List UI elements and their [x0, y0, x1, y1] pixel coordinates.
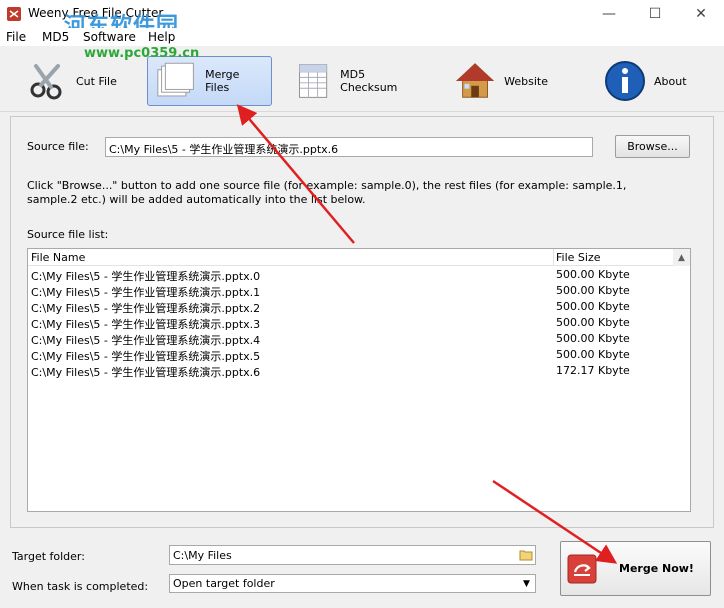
- browse-button[interactable]: Browse...: [615, 135, 690, 158]
- watermark-url: www.pc0359.cn: [84, 46, 200, 61]
- file-name-cell: C:\My Files\5 - 学生作业管理系统演示.pptx.0: [31, 270, 261, 283]
- about-label: About: [654, 74, 687, 88]
- file-name-cell: C:\My Files\5 - 学生作业管理系统演示.pptx.5: [31, 350, 261, 363]
- file-name-cell: C:\My Files\5 - 学生作业管理系统演示.pptx.2: [31, 302, 261, 315]
- completion-value: Open target folder: [173, 577, 275, 590]
- cut-file-label: Cut File: [76, 74, 117, 88]
- app-scissors-icon: [7, 7, 21, 21]
- source-file-label: Source file:: [27, 140, 89, 153]
- column-file-name[interactable]: File Name: [31, 251, 85, 264]
- menu-file[interactable]: File: [6, 30, 26, 44]
- file-size-cell: 500.00 Kbyte: [556, 300, 630, 313]
- list-header: File Name File Size ▲: [28, 249, 690, 266]
- table-row[interactable]: C:\My Files\5 - 学生作业管理系统演示.pptx.3 500.00…: [28, 315, 690, 331]
- merge-now-label: Merge Now!: [619, 562, 694, 575]
- file-name-cell: C:\My Files\5 - 学生作业管理系统演示.pptx.1: [31, 286, 261, 299]
- file-name-cell: C:\My Files\5 - 学生作业管理系统演示.pptx.6: [31, 366, 261, 379]
- table-row[interactable]: C:\My Files\5 - 学生作业管理系统演示.pptx.1 500.00…: [28, 283, 690, 299]
- title-bar: Weeny Free File Cutter 河东软件园 — ☐ ✕: [0, 0, 724, 39]
- merge-files-button[interactable]: Merge Files: [147, 56, 272, 106]
- completion-select[interactable]: Open target folder ▼: [169, 574, 536, 593]
- source-hint-text: Click "Browse..." button to add one sour…: [27, 179, 627, 206]
- column-separator: [553, 249, 554, 266]
- md5-checksum-label: MD5 Checksum: [340, 68, 398, 94]
- md5-checksum-button[interactable]: MD5 Checksum: [286, 56, 426, 106]
- menu-bar: File MD5 Software Help: [0, 28, 724, 46]
- menu-help[interactable]: Help: [148, 30, 175, 44]
- table-row[interactable]: C:\My Files\5 - 学生作业管理系统演示.pptx.6 172.17…: [28, 363, 690, 379]
- file-size-cell: 500.00 Kbyte: [556, 348, 630, 361]
- file-size-cell: 500.00 Kbyte: [556, 268, 630, 281]
- table-row[interactable]: C:\My Files\5 - 学生作业管理系统演示.pptx.2 500.00…: [28, 299, 690, 315]
- file-name-cell: C:\My Files\5 - 学生作业管理系统演示.pptx.4: [31, 334, 261, 347]
- source-file-list[interactable]: File Name File Size ▲ C:\My Files\5 - 学生…: [27, 248, 691, 512]
- website-button[interactable]: Website: [446, 56, 556, 106]
- target-folder-value: C:\My Files: [173, 549, 232, 562]
- table-row[interactable]: C:\My Files\5 - 学生作业管理系统演示.pptx.0 500.00…: [28, 267, 690, 283]
- close-button[interactable]: ✕: [678, 0, 724, 28]
- spreadsheet-icon: [298, 64, 328, 98]
- completion-label: When task is completed:: [12, 580, 149, 593]
- about-button[interactable]: About: [596, 56, 696, 106]
- info-icon: [605, 61, 645, 101]
- maximize-button[interactable]: ☐: [632, 0, 678, 28]
- minimize-button[interactable]: —: [586, 0, 632, 28]
- folder-icon[interactable]: [519, 548, 533, 561]
- merge-documents-icon: [157, 62, 194, 97]
- source-list-label: Source file list:: [27, 228, 109, 241]
- scissors-icon: [30, 64, 62, 100]
- source-file-input[interactable]: C:\My Files\5 - 学生作业管理系统演示.pptx.6: [105, 137, 593, 157]
- column-file-size[interactable]: File Size: [556, 251, 600, 264]
- menu-software[interactable]: Software: [83, 30, 136, 44]
- target-folder-label: Target folder:: [12, 550, 85, 563]
- table-row[interactable]: C:\My Files\5 - 学生作业管理系统演示.pptx.4 500.00…: [28, 331, 690, 347]
- merge-now-button[interactable]: Merge Now!: [560, 541, 711, 596]
- website-label: Website: [504, 74, 548, 88]
- table-row[interactable]: C:\My Files\5 - 学生作业管理系统演示.pptx.5 500.00…: [28, 347, 690, 363]
- merge-files-label: Merge Files: [205, 68, 240, 94]
- file-size-cell: 500.00 Kbyte: [556, 316, 630, 329]
- house-icon: [455, 63, 495, 98]
- file-size-cell: 500.00 Kbyte: [556, 332, 630, 345]
- cut-file-button[interactable]: Cut File: [18, 56, 128, 106]
- file-name-cell: C:\My Files\5 - 学生作业管理系统演示.pptx.3: [31, 318, 261, 331]
- chevron-down-icon[interactable]: ▼: [519, 576, 534, 591]
- scroll-up-icon[interactable]: ▲: [673, 249, 690, 266]
- target-folder-input[interactable]: C:\My Files: [169, 545, 536, 565]
- file-size-cell: 500.00 Kbyte: [556, 284, 630, 297]
- merge-icon: [567, 554, 597, 583]
- menu-md5[interactable]: MD5: [42, 30, 69, 44]
- file-size-cell: 172.17 Kbyte: [556, 364, 630, 377]
